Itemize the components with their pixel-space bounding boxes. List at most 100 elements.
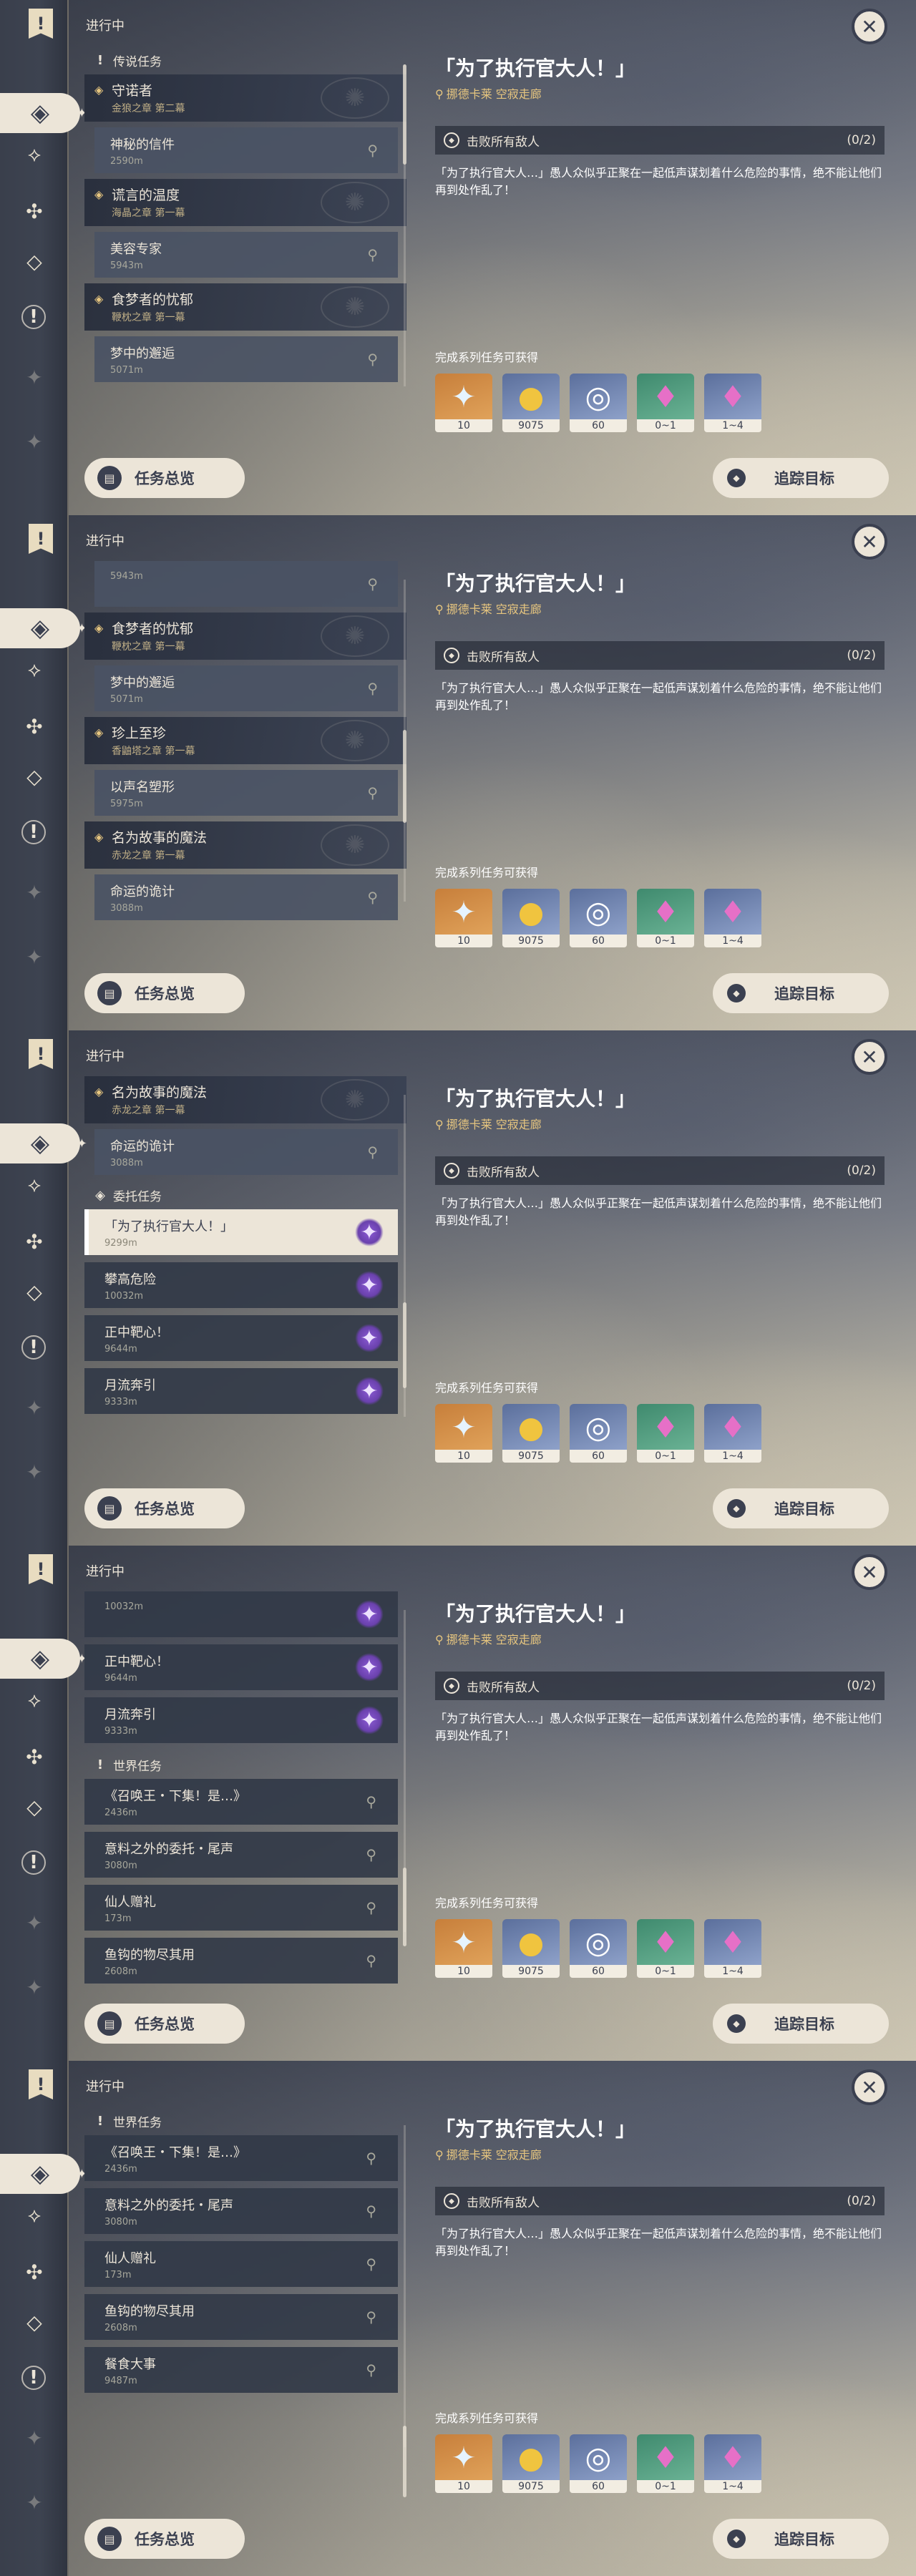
quest-overview-button[interactable]: ▤ 任务总览 [84, 458, 245, 498]
quest-list[interactable]: 10032m ✦ 正中靶心！ 9644m ✦ 月流奔引 9333m ✦! 世界任务 《召唤王・下集… [84, 1591, 406, 1986]
rail-tab-event-icon[interactable]: ✦ [21, 880, 47, 906]
close-button[interactable]: ✕ [852, 9, 887, 44]
scrollbar-thumb[interactable] [403, 730, 406, 823]
quest-row[interactable]: 仙人赠礼 173m ⚲ [84, 1885, 398, 1931]
quest-row[interactable]: 10032m ✦ [84, 1591, 398, 1637]
quest-step[interactable]: 梦中的邂逅 5071m ⚲ [94, 336, 398, 382]
rail-tab-all-quests[interactable]: ◈ ✦ [0, 608, 87, 648]
close-button[interactable]: ✕ [852, 524, 887, 560]
rail-tab-world-icon[interactable]: ! [21, 820, 46, 844]
quest-list[interactable]: ! 世界任务 《召唤王・下集！是…》 2436m ⚲ 意料之外的委托・尾声 3080m ⚲ 仙人… [84, 2107, 406, 2502]
track-target-button[interactable]: ◆ 追踪目标 [713, 2519, 889, 2559]
rail-tab-world-icon[interactable]: ! [21, 1335, 46, 1360]
rail-tab-commission-icon[interactable]: ◇ [21, 249, 47, 275]
quest-row[interactable]: 鱼钩的物尽其用 2608m ⚲ [84, 1938, 398, 1984]
quest-step[interactable]: 梦中的邂逅 5071m ⚲ [94, 665, 398, 711]
reward-item[interactable]: ◎ 60 [570, 889, 627, 947]
bookmark-icon[interactable]: ! [29, 9, 53, 39]
close-button[interactable]: ✕ [852, 2069, 887, 2105]
rail-tab-event-icon[interactable]: ✦ [21, 365, 47, 391]
rail-tab-archon-icon[interactable]: ⟡ [21, 142, 47, 167]
close-button[interactable]: ✕ [852, 1039, 887, 1075]
reward-item[interactable]: ◎ 60 [570, 374, 627, 432]
quest-row[interactable]: 「为了执行官大人！」 9299m ✦ [84, 1209, 398, 1255]
quest-chapter[interactable]: ◈ 食梦者的忧郁 鞭枕之章 第一幕 ✺ [84, 283, 406, 331]
quest-row[interactable]: 意料之外的委托・尾声 3080m ⚲ [84, 2188, 398, 2234]
quest-row[interactable]: 月流奔引 9333m ✦ [84, 1368, 398, 1414]
reward-item[interactable]: ● 9075 [502, 889, 560, 947]
scrollbar-thumb[interactable] [403, 64, 406, 165]
quest-overview-button[interactable]: ▤ 任务总览 [84, 973, 245, 1013]
rail-tab-misc-icon[interactable]: ✦ [21, 945, 47, 970]
reward-item[interactable]: ♦ 1~4 [704, 2434, 761, 2493]
quest-step[interactable]: 5943m ⚲ [94, 561, 398, 607]
rail-tab-archon-icon[interactable]: ⟡ [21, 1172, 47, 1198]
reward-item[interactable]: ♦ 0~1 [637, 2434, 694, 2493]
rail-tab-commission-icon[interactable]: ◇ [21, 2310, 47, 2336]
quest-list-scrollbar[interactable] [403, 64, 406, 386]
quest-step[interactable]: 命运的诡计 3088m ⚲ [94, 874, 398, 920]
rail-tab-story-icon[interactable]: ✣ [21, 1229, 47, 1255]
quest-list[interactable]: 5943m ⚲ ◈ 食梦者的忧郁 鞭枕之章 第一幕 ✺ 梦中的邂逅 5071m ⚲ ◈ 珍上至珍 香鼬… [84, 561, 406, 956]
reward-item[interactable]: ✦ 10 [435, 889, 492, 947]
quest-chapter[interactable]: ◈ 食梦者的忧郁 鞭枕之章 第一幕 ✺ [84, 613, 406, 660]
rail-tab-story-icon[interactable]: ✣ [21, 1745, 47, 1770]
rail-tab-world-icon[interactable]: ! [21, 1850, 46, 1875]
reward-item[interactable]: ♦ 1~4 [704, 889, 761, 947]
scrollbar-thumb[interactable] [403, 1868, 406, 1946]
rail-tab-all-quests[interactable]: ◈ ✦ [0, 93, 87, 133]
reward-item[interactable]: ✦ 10 [435, 1404, 492, 1463]
rail-tab-commission-icon[interactable]: ◇ [21, 1795, 47, 1820]
quest-step[interactable]: 美容专家 5943m ⚲ [94, 232, 398, 278]
quest-row[interactable]: 仙人赠礼 173m ⚲ [84, 2241, 398, 2287]
quest-step[interactable]: 神秘的信件 2590m ⚲ [94, 127, 398, 173]
rail-tab-event-icon[interactable]: ✦ [21, 1395, 47, 1421]
rail-tab-misc-icon[interactable]: ✦ [21, 1460, 47, 1485]
rail-tab-event-icon[interactable]: ✦ [21, 1911, 47, 1936]
bookmark-icon[interactable]: ! [29, 1554, 53, 1584]
rail-tab-commission-icon[interactable]: ◇ [21, 764, 47, 790]
reward-item[interactable]: ♦ 0~1 [637, 1919, 694, 1978]
quest-chapter[interactable]: ◈ 名为故事的魔法 赤龙之章 第一幕 ✺ [84, 1076, 406, 1123]
quest-overview-button[interactable]: ▤ 任务总览 [84, 1488, 245, 1528]
reward-item[interactable]: ♦ 0~1 [637, 374, 694, 432]
rail-tab-misc-icon[interactable]: ✦ [21, 1975, 47, 2001]
track-target-button[interactable]: ◆ 追踪目标 [713, 2004, 889, 2044]
rail-tab-world-icon[interactable]: ! [21, 2366, 46, 2390]
quest-chapter[interactable]: ◈ 守诺者 金狼之章 第二幕 ✺ [84, 74, 406, 122]
reward-item[interactable]: ♦ 0~1 [637, 889, 694, 947]
quest-row[interactable]: 鱼钩的物尽其用 2608m ⚲ [84, 2294, 398, 2340]
rail-tab-misc-icon[interactable]: ✦ [21, 2490, 47, 2516]
quest-row[interactable]: 《召唤王・下集！是…》 2436m ⚲ [84, 1779, 398, 1825]
rail-tab-world-icon[interactable]: ! [21, 305, 46, 329]
quest-list-scrollbar[interactable] [403, 1610, 406, 1946]
quest-row[interactable]: 餐食大事 9487m ⚲ [84, 2347, 398, 2393]
reward-item[interactable]: ◎ 60 [570, 2434, 627, 2493]
quest-chapter[interactable]: ◈ 珍上至珍 香鼬塔之章 第一幕 ✺ [84, 717, 406, 764]
quest-list-scrollbar[interactable] [403, 580, 406, 902]
reward-item[interactable]: ● 9075 [502, 374, 560, 432]
reward-item[interactable]: ● 9075 [502, 1404, 560, 1463]
bookmark-icon[interactable]: ! [29, 1039, 53, 1069]
rail-tab-story-icon[interactable]: ✣ [21, 2260, 47, 2285]
quest-row[interactable]: 正中靶心！ 9644m ✦ [84, 1644, 398, 1690]
reward-item[interactable]: ● 9075 [502, 2434, 560, 2493]
quest-row[interactable]: 攀高危险 10032m ✦ [84, 1262, 398, 1308]
track-target-button[interactable]: ◆ 追踪目标 [713, 458, 889, 498]
quest-chapter[interactable]: ◈ 谎言的温度 海晶之章 第一幕 ✺ [84, 179, 406, 226]
rail-tab-story-icon[interactable]: ✣ [21, 714, 47, 740]
track-target-button[interactable]: ◆ 追踪目标 [713, 1488, 889, 1528]
reward-item[interactable]: ✦ 10 [435, 1919, 492, 1978]
bookmark-icon[interactable]: ! [29, 524, 53, 554]
rail-tab-archon-icon[interactable]: ⟡ [21, 1687, 47, 1713]
reward-item[interactable]: ♦ 1~4 [704, 1404, 761, 1463]
scrollbar-thumb[interactable] [403, 2426, 406, 2497]
quest-list[interactable]: ◈ 名为故事的魔法 赤龙之章 第一幕 ✺ 命运的诡计 3088m ⚲ ◈ 委托任务 「为了执行官大… [84, 1076, 406, 1471]
quest-row[interactable]: 月流奔引 9333m ✦ [84, 1697, 398, 1743]
quest-overview-button[interactable]: ▤ 任务总览 [84, 2004, 245, 2044]
reward-item[interactable]: ● 9075 [502, 1919, 560, 1978]
rail-tab-archon-icon[interactable]: ⟡ [21, 2202, 47, 2228]
rail-tab-story-icon[interactable]: ✣ [21, 199, 47, 225]
scrollbar-thumb[interactable] [403, 1302, 406, 1388]
reward-item[interactable]: ♦ 0~1 [637, 1404, 694, 1463]
